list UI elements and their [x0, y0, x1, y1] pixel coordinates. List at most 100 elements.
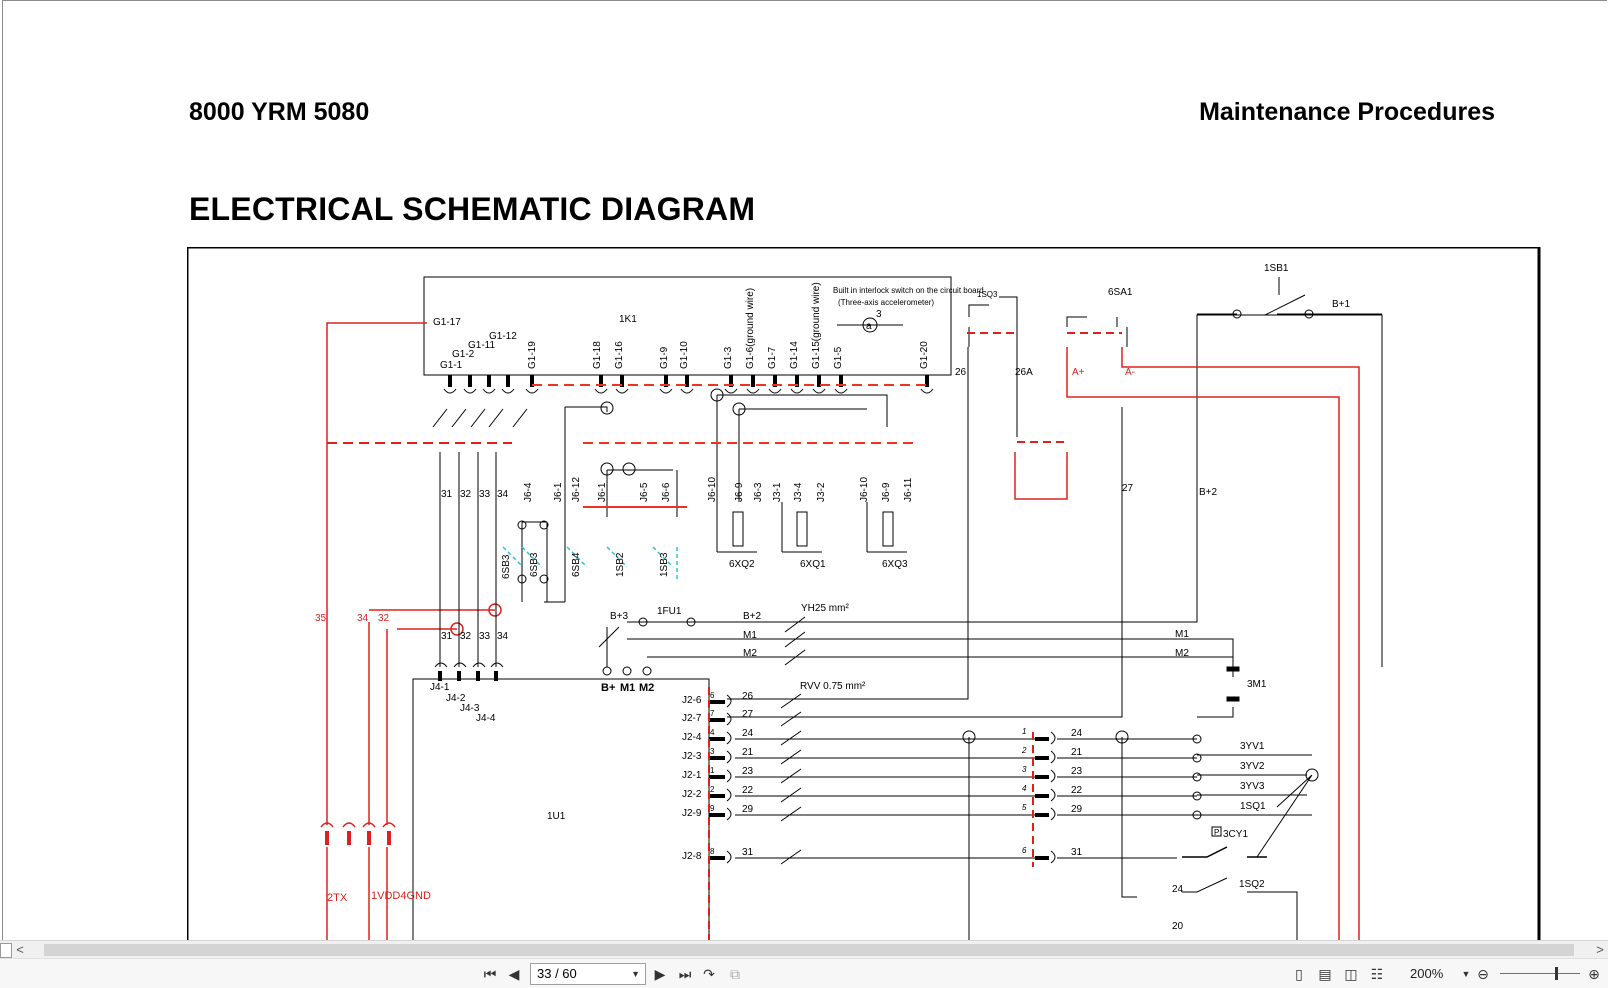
j2-wire-number: 29 — [742, 804, 754, 815]
scroll-right-arrow[interactable]: > — [1592, 941, 1608, 959]
cable-label: YH25 mm² — [801, 603, 849, 614]
wire-label: 34 — [497, 631, 509, 642]
pin-label: G1-16 — [614, 341, 625, 369]
pin-label: G1-5 — [833, 346, 844, 369]
document-page: 8000 YRM 5080 Maintenance Procedures ELE… — [2, 0, 1607, 941]
j4-pins — [434, 662, 504, 681]
switch-label: 6SA1 — [1108, 287, 1133, 298]
svg-text:J6-10: J6-10 — [859, 477, 870, 502]
signal-wires-26-27 — [727, 347, 1123, 718]
valve-label: 3YV2 — [1240, 761, 1265, 772]
controller-1u1-label: 1U1 — [547, 811, 566, 822]
zoom-slider-thumb[interactable] — [1555, 967, 1558, 980]
terminal-label: M2 — [639, 682, 654, 694]
j2-wire-number: 26 — [742, 691, 754, 702]
switch-label: 1SB2 — [615, 552, 626, 577]
two-page-icon[interactable]: ◫ — [1342, 964, 1360, 984]
right-socket — [1050, 850, 1056, 864]
j2-socket — [726, 712, 732, 726]
switch-label: 6SB3 — [529, 552, 540, 577]
svg-text:3: 3 — [876, 309, 882, 320]
single-page-icon[interactable]: ▯ — [1290, 964, 1308, 984]
rotate-view-icon[interactable]: ↷ — [700, 964, 718, 984]
switch-label: 1SQ3 — [977, 290, 998, 299]
right-pin-number: 3 — [1022, 765, 1027, 774]
pin-label: G1-14 — [789, 341, 800, 369]
svg-text:J6-1: J6-1 — [553, 482, 564, 502]
sensor-label: 6XQ3 — [882, 559, 908, 570]
svg-text:J3-2: J3-2 — [816, 482, 827, 502]
scroll-corner — [0, 943, 12, 958]
pin-label: G1-12 — [489, 331, 517, 342]
svg-text:a: a — [866, 321, 872, 332]
right-socket — [1050, 731, 1056, 745]
cable-slash — [780, 711, 802, 727]
right-socket — [1050, 807, 1056, 821]
valve-network — [962, 730, 1319, 941]
j2-pin — [709, 856, 725, 860]
fuse-label: 1FU1 — [657, 606, 682, 617]
j2-socket — [726, 807, 732, 821]
switch-sq3-sa1 — [968, 296, 1128, 437]
pin-label: G1-7 — [767, 346, 778, 369]
pin-label: G1-15(ground wire) — [811, 282, 822, 369]
previous-page-icon[interactable]: ◀ — [506, 964, 522, 984]
j2-pin — [709, 737, 725, 741]
svg-text:J6-4: J6-4 — [523, 482, 534, 502]
pdf-viewer: 8000 YRM 5080 Maintenance Procedures ELE… — [0, 0, 1608, 988]
document-section: Maintenance Procedures — [1199, 98, 1495, 126]
zoom-level[interactable]: 200% — [1410, 964, 1443, 984]
zoom-dropdown-icon[interactable]: ▼ — [1460, 964, 1472, 984]
pin-label: G1-17 — [433, 317, 461, 328]
interlock-note: Built in interlock switch on the circuit… — [833, 286, 984, 295]
copy-view-icon[interactable]: ⧉ — [726, 964, 744, 984]
j4-label: J4-4 — [476, 713, 496, 724]
wire-label: 31 — [441, 631, 453, 642]
cable-slash — [780, 768, 802, 784]
wire-label: 33 — [479, 631, 491, 642]
wire-label: 35 — [315, 613, 327, 624]
lower-left-connector — [320, 822, 396, 941]
horizontal-scrollbar[interactable]: < > — [0, 940, 1608, 959]
scroll-thumb[interactable] — [44, 944, 1574, 956]
switch-label: 1SB3 — [659, 552, 670, 577]
red-wire-group — [326, 322, 512, 825]
j2-pin — [709, 775, 725, 779]
accelerometer-icon: a 3 — [837, 309, 903, 333]
zoom-out-icon[interactable]: ⊖ — [1475, 964, 1491, 984]
last-page-icon[interactable]: ⏭ — [676, 964, 694, 984]
scroll-left-arrow[interactable]: < — [12, 941, 28, 959]
two-page-continuous-icon[interactable]: ☷ — [1368, 964, 1386, 984]
controller-1u1-box — [412, 678, 710, 941]
first-page-icon[interactable]: ⏮ — [481, 964, 499, 984]
pin-label: G1-19 — [527, 341, 538, 369]
pin-label: G1-20 — [919, 341, 930, 369]
page-number-input[interactable]: 33 / 60 ▼ — [530, 963, 646, 985]
cable-slash — [780, 806, 802, 822]
wire-label: M1 — [1175, 629, 1189, 640]
valve-label: 3YV3 — [1240, 781, 1265, 792]
viewer-toolbar: ⏮ ◀ 33 / 60 ▼ ▶ ⏭ ↷ ⧉ ▯ ▤ ◫ ☷ 200% ▼ ⊖ ⊕ — [0, 958, 1608, 988]
cable-slash — [780, 693, 802, 709]
zoom-in-icon[interactable]: ⊕ — [1586, 964, 1602, 984]
zoom-slider-track[interactable] — [1500, 973, 1580, 974]
wire-label: 32 — [460, 631, 472, 642]
svg-text:J6-6: J6-6 — [661, 482, 672, 502]
chevron-down-icon[interactable]: ▼ — [631, 964, 640, 984]
wire-label: M1 — [743, 630, 757, 641]
svg-text:J6-11: J6-11 — [903, 477, 914, 502]
right-pin — [1035, 737, 1049, 741]
pin-label: G1-18 — [592, 341, 603, 369]
g1-pin-labels: G1-17 G1-1 G1-2 G1-11 G1-12 G1-19 G1-18 … — [433, 282, 930, 371]
wire-label: 24 — [1172, 884, 1184, 895]
j2-socket — [726, 731, 732, 745]
pin-label: G1-3 — [723, 346, 734, 369]
wire-label: A+ — [1072, 367, 1085, 378]
right-wire-number: 24 — [1071, 728, 1083, 739]
right-socket — [1050, 750, 1056, 764]
j2-wire-number: 21 — [742, 747, 754, 758]
continuous-page-icon[interactable]: ▤ — [1316, 964, 1334, 984]
right-pin — [1035, 775, 1049, 779]
j2-pin — [709, 794, 725, 798]
next-page-icon[interactable]: ▶ — [652, 964, 668, 984]
